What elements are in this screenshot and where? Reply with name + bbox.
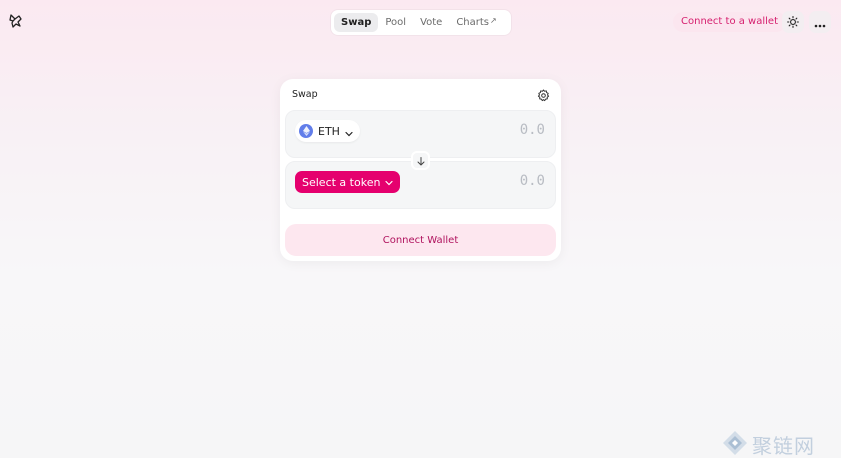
theme-toggle-button[interactable] <box>782 11 804 33</box>
settings-button[interactable] <box>537 87 550 102</box>
nav-vote[interactable]: Vote <box>413 13 449 32</box>
external-link-icon: ↗ <box>490 16 497 25</box>
sun-icon <box>787 13 799 32</box>
watermark-logo-icon <box>722 430 748 458</box>
nav-pool[interactable]: Pool <box>378 13 413 32</box>
more-menu-button[interactable] <box>809 11 831 33</box>
swap-card: Swap ETH 0.0 Select a token 0.0 Connect … <box>280 79 561 261</box>
switch-tokens-button[interactable] <box>411 151 430 170</box>
nav-pool-label: Pool <box>385 17 407 28</box>
chevron-down-icon <box>385 176 394 189</box>
eth-token-icon <box>299 124 313 138</box>
input-token-selector[interactable]: ETH <box>295 120 360 142</box>
connect-wallet-button[interactable]: Connect Wallet <box>285 224 556 256</box>
nav-charts-label: Charts <box>456 17 490 28</box>
more-dots-icon <box>814 13 826 32</box>
watermark-text: 聚链网 <box>752 434 815 458</box>
select-token-label: Select a token <box>302 175 381 189</box>
select-token-button[interactable]: Select a token <box>295 171 401 193</box>
gear-icon <box>537 87 550 106</box>
input-token-symbol: ETH <box>318 124 340 138</box>
nav-charts[interactable]: Charts ↗ <box>449 13 503 32</box>
arrow-down-icon <box>417 151 425 170</box>
unicorn-logo-icon[interactable] <box>8 13 24 29</box>
watermark: 聚链网 <box>722 430 841 458</box>
swap-title: Swap <box>292 89 318 100</box>
main-nav: Swap Pool Vote Charts ↗ <box>331 10 511 35</box>
chevron-down-icon <box>345 122 353 141</box>
nav-swap[interactable]: Swap <box>334 13 379 32</box>
connect-wallet-header-button[interactable]: Connect to a wallet <box>673 12 786 32</box>
input-amount-field[interactable]: 0.0 <box>520 122 545 138</box>
nav-vote-label: Vote <box>420 17 443 28</box>
output-amount-field[interactable]: 0.0 <box>520 173 545 189</box>
nav-swap-label: Swap <box>341 17 372 28</box>
